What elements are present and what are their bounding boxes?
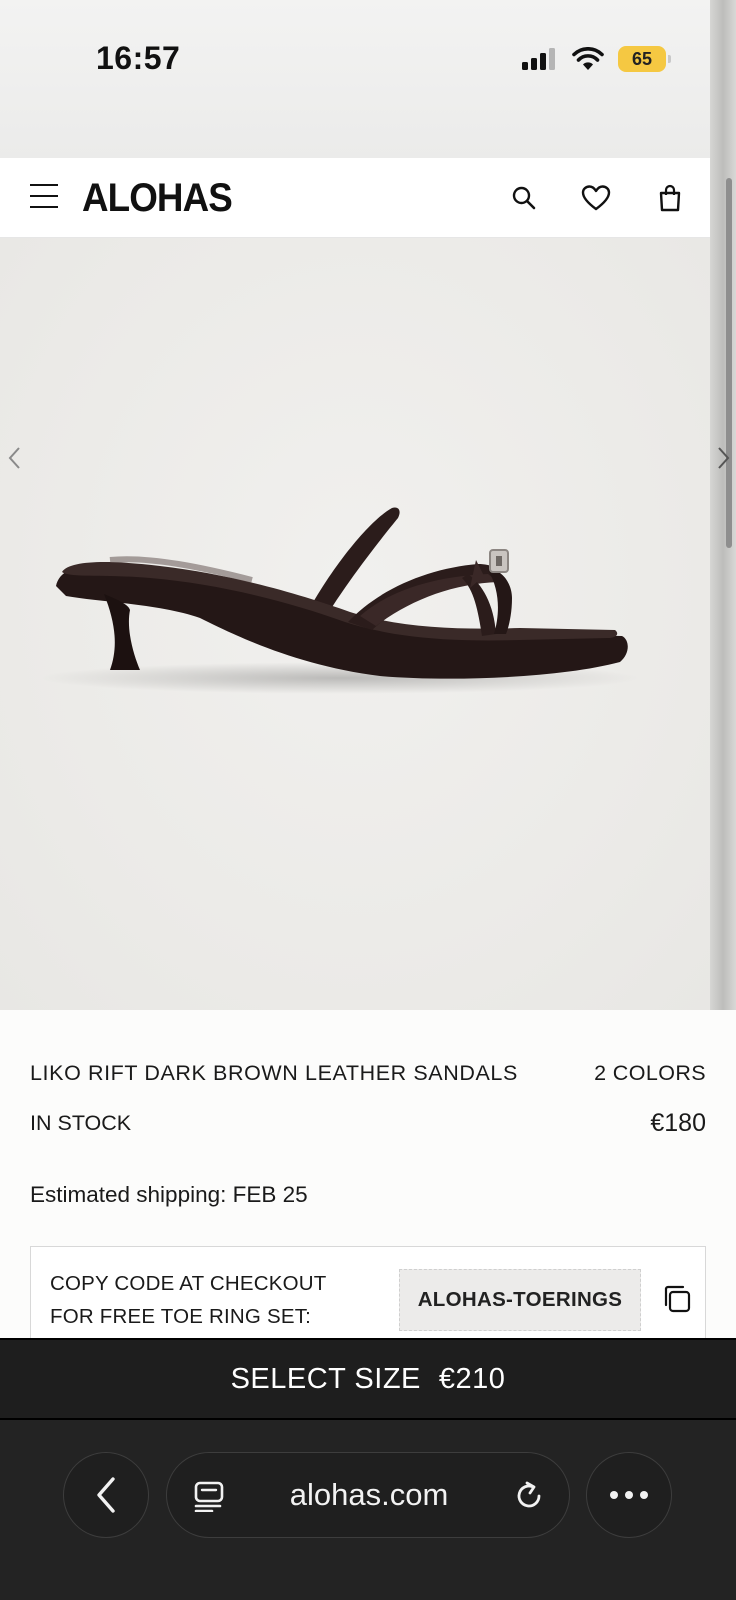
next-image-icon[interactable] bbox=[714, 440, 734, 476]
signal-icon bbox=[522, 48, 555, 70]
more-dots-icon bbox=[610, 1491, 648, 1499]
promo-line-1: COPY CODE AT CHECKOUT bbox=[50, 1272, 327, 1295]
previous-image-icon[interactable] bbox=[4, 440, 24, 476]
status-icons: 65 bbox=[522, 46, 671, 72]
battery-indicator: 65 bbox=[618, 46, 671, 72]
browser-url: alohas.com bbox=[289, 1477, 449, 1512]
product-image[interactable] bbox=[0, 238, 710, 1010]
browser-address-bar[interactable]: alohas.com bbox=[166, 1452, 570, 1538]
side-strip bbox=[710, 0, 736, 1010]
search-icon[interactable] bbox=[508, 182, 540, 214]
browser-more-button[interactable] bbox=[586, 1452, 672, 1538]
stock-row: IN STOCK €180 bbox=[30, 1108, 706, 1138]
shipping-estimate: Estimated shipping: FEB 25 bbox=[30, 1182, 308, 1207]
product-info: LIKO RIFT DARK BROWN LEATHER SANDALS 2 C… bbox=[30, 1058, 706, 1138]
reload-icon[interactable] bbox=[513, 1480, 545, 1512]
select-size-price: €210 bbox=[438, 1362, 506, 1395]
product-price: €180 bbox=[650, 1108, 706, 1137]
wifi-icon bbox=[572, 47, 604, 70]
heart-icon[interactable] bbox=[580, 182, 612, 214]
select-size-label: SELECT SIZE bbox=[230, 1362, 421, 1395]
shopping-bag-icon[interactable] bbox=[654, 182, 686, 214]
browser-toolbar: alohas.com bbox=[0, 1420, 736, 1600]
site-header: ALOHAS bbox=[0, 158, 710, 238]
browser-back-button[interactable] bbox=[63, 1452, 149, 1538]
chevron-left-icon bbox=[97, 1477, 115, 1513]
brand-logo[interactable]: ALOHAS bbox=[82, 176, 233, 221]
promo-code[interactable]: ALOHAS-TOERINGS bbox=[399, 1269, 641, 1331]
scrollbar-thumb[interactable] bbox=[726, 178, 732, 548]
sandal-image bbox=[40, 507, 640, 694]
stock-status: IN STOCK bbox=[30, 1110, 132, 1135]
product-title: LIKO RIFT DARK BROWN LEATHER SANDALS bbox=[30, 1060, 518, 1085]
colors-link[interactable]: 2 COLORS bbox=[594, 1061, 706, 1086]
promo-text: COPY CODE AT CHECKOUT FOR FREE TOE RING … bbox=[50, 1267, 326, 1333]
hamburger-menu-icon[interactable] bbox=[30, 184, 58, 210]
select-size-button[interactable]: SELECT SIZE €210 bbox=[0, 1338, 736, 1420]
promo-box: COPY CODE AT CHECKOUT FOR FREE TOE RING … bbox=[30, 1246, 706, 1346]
title-row: LIKO RIFT DARK BROWN LEATHER SANDALS 2 C… bbox=[30, 1058, 706, 1088]
copy-icon[interactable] bbox=[661, 1283, 693, 1315]
promo-line-2: FOR FREE TOE RING SET: bbox=[50, 1305, 312, 1328]
status-bar: 16:57 65 bbox=[0, 0, 736, 158]
status-time: 16:57 bbox=[96, 40, 181, 76]
